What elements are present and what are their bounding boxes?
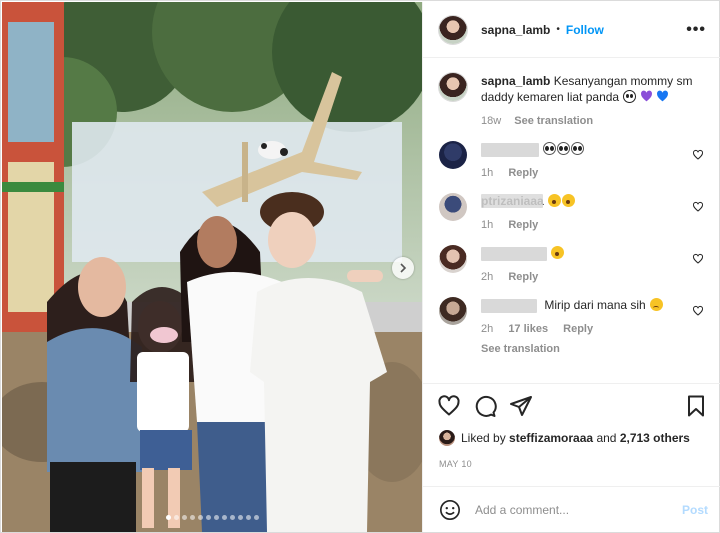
carousel-dot [197,515,203,520]
reply-button[interactable]: Reply [508,271,538,283]
sad-face-emoji [650,298,664,311]
caption-age: 18w [481,115,502,127]
comment-avatar[interactable] [439,193,467,221]
carousel-indicator [2,515,422,520]
add-comment-bar: Add a comment... Post [423,486,720,532]
carousel-dot [253,515,259,520]
liked-by-prefix: Liked by [461,431,506,445]
eyes-emoji [557,142,571,155]
carousel-dot [245,515,251,520]
eyes-emoji [571,142,585,155]
comment-likes[interactable]: 17 likes [508,323,548,335]
reply-button[interactable]: Reply [508,219,538,231]
author-avatar[interactable] [439,15,467,44]
carousel-dot [237,515,243,520]
carousel-dot [189,515,195,520]
comment-avatar[interactable] [439,245,467,273]
blue-heart-emoji [657,90,669,102]
post-side-panel: sapna_lamb • Follow ••• sapna_lamb Kesan… [422,2,720,532]
comment-age: 1h [481,167,494,179]
likes-others-count[interactable]: 2,713 others [620,431,690,445]
comment-bubble-icon[interactable] [473,394,497,418]
liker-avatar[interactable] [439,430,455,446]
redacted-username [481,246,547,261]
comment-avatar[interactable] [439,141,467,169]
comment-meta: 2h Reply [481,269,704,285]
likes-and: and [596,431,617,445]
instagram-post-modal: sapna_lamb • Follow ••• sapna_lamb Kesan… [0,0,720,533]
post-date: MAY 10 [439,459,472,469]
redacted-username [481,298,537,313]
carousel-dot [165,515,171,520]
like-comment-heart-icon[interactable] [692,253,704,265]
comment-age: 2h [481,271,494,283]
comment-age: 1h [481,219,494,231]
post-caption: sapna_lamb Kesanyangan mommy sm daddy ke… [439,73,704,129]
caption-username[interactable]: sapna_lamb [481,74,550,88]
post-comment-button[interactable]: Post [682,503,708,517]
chevron-right-icon [400,263,407,273]
like-heart-icon[interactable] [437,394,461,418]
comments-list: sapna_lamb Kesanyangan mommy sm daddy ke… [423,59,720,383]
carousel-dot [173,515,179,520]
add-comment-input[interactable]: Add a comment... [475,503,682,517]
caption-avatar[interactable] [439,73,467,101]
comment-item: ptrizaniaaa 1h Reply [439,193,704,233]
comment-text: Mirip dari mana sih [544,298,646,312]
likes-summary: Liked by steffizamoraaa and 2,713 others [439,430,690,446]
redacted-username [481,142,539,157]
author-username[interactable]: sapna_lamb [481,23,550,37]
caption-see-translation[interactable]: See translation [514,115,593,127]
header-separator: • [556,24,560,35]
reply-button[interactable]: Reply [508,167,538,179]
carousel-dot [229,515,235,520]
bookmark-icon[interactable] [684,394,708,418]
carousel-dot [213,515,219,520]
panda-emoji [623,90,637,103]
comment-meta: 1h Reply [481,217,704,233]
open-mouth-emoji [551,246,565,259]
open-mouth-emoji [562,194,576,207]
emoji-smile-icon[interactable] [439,499,461,521]
reply-button[interactable]: Reply [563,323,593,335]
carousel-dot [181,515,187,520]
comment-meta: 1h Reply [481,165,704,181]
comment-age: 2h [481,323,494,335]
open-mouth-emoji [548,194,562,207]
comment-item: 2h Reply [439,245,704,285]
caption-meta: 18w See translation [481,113,704,129]
comment-meta: 2h 17 likes Reply [481,321,704,337]
comment-avatar[interactable] [439,297,467,325]
liker-username[interactable]: steffizamoraaa [509,431,593,445]
follow-button[interactable]: Follow [566,23,604,37]
family-photo-illustration [2,2,422,532]
carousel-dot [221,515,227,520]
comment-item: Mirip dari mana sih 2h 17 likes Reply Se… [439,297,704,357]
carousel-next-button[interactable] [392,257,414,279]
carousel-dot [205,515,211,520]
comment-see-translation[interactable]: See translation [481,341,704,357]
more-options-icon[interactable]: ••• [686,21,706,39]
post-actions-bar [423,383,720,427]
like-comment-heart-icon[interactable] [692,305,704,317]
comment-item: 1h Reply [439,141,704,181]
post-header: sapna_lamb • Follow ••• [423,2,720,58]
share-send-icon[interactable] [509,394,533,418]
like-comment-heart-icon[interactable] [692,149,704,161]
like-comment-heart-icon[interactable] [692,201,704,213]
eyes-emoji [543,142,557,155]
post-photo[interactable] [2,2,422,532]
redaction-overlay [481,194,543,208]
purple-heart-emoji [640,90,652,102]
